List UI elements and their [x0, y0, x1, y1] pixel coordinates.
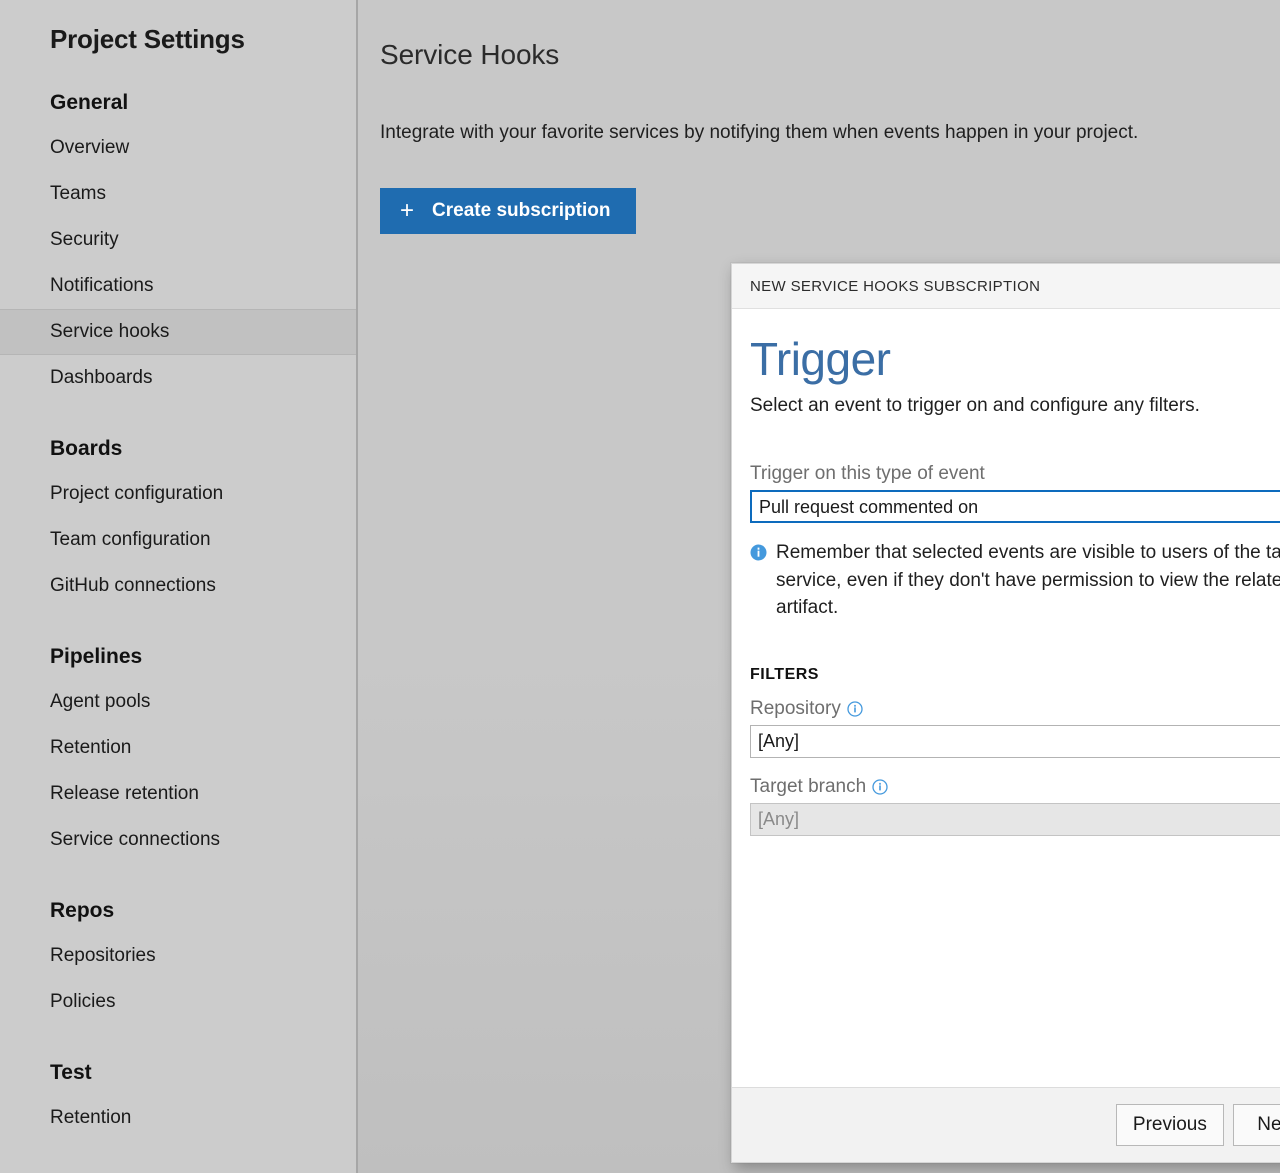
- event-type-field: Trigger on this type of event Pull reque…: [750, 463, 1280, 622]
- info-filled-icon: [750, 544, 767, 561]
- dialog-footer: PreviousNextTestFinishCancel: [732, 1087, 1280, 1162]
- wizard-step-subtitle: Select an event to trigger on and config…: [750, 395, 1280, 417]
- project-settings-sidebar: Project Settings General OverviewTeamsSec…: [0, 0, 358, 1173]
- event-type-select[interactable]: Pull request commented on: [750, 490, 1280, 523]
- main-content: Service Hooks Integrate with your favori…: [358, 0, 1280, 1173]
- event-type-combo-wrap: Pull request commented on: [750, 490, 1280, 523]
- dialog-header-title: NEW SERVICE HOOKS SUBSCRIPTION: [750, 278, 1040, 295]
- create-subscription-button[interactable]: + Create subscription: [380, 188, 636, 234]
- sidebar-nav: General OverviewTeamsSecurityNotification…: [0, 91, 356, 1141]
- create-subscription-label: Create subscription: [432, 200, 610, 222]
- filter-repository-combo-wrap: [Any]: [750, 725, 1280, 758]
- filter-repository-select[interactable]: [Any]: [750, 725, 1280, 758]
- filter-repository-label: Repository: [750, 698, 841, 720]
- filter-target-branch-combo-wrap: [Any]: [750, 803, 1280, 836]
- filter-target-branch-input: [Any]: [750, 803, 1280, 836]
- sidebar-item-teams[interactable]: Teams: [0, 171, 356, 217]
- sidebar-title: Project Settings: [0, 0, 356, 55]
- sidebar-group-title: General: [0, 91, 356, 115]
- plus-icon: +: [400, 199, 414, 223]
- app-root: Project Settings General OverviewTeamsSec…: [0, 0, 1280, 1173]
- sidebar-item-security[interactable]: Security: [0, 217, 356, 263]
- filter-target-branch-label-group: Target branch: [750, 776, 888, 798]
- filter-repository-label-row: Repositoryoptional: [750, 698, 1280, 725]
- previous-button[interactable]: Previous: [1116, 1104, 1224, 1146]
- dialog-body: Trigger Select an event to trigger on an…: [732, 309, 1280, 1087]
- filter-target-branch-field: Target branchoptional[Any]: [750, 776, 1280, 836]
- info-outline-icon[interactable]: [847, 701, 863, 717]
- wizard-step-title: Trigger: [750, 335, 1280, 383]
- sidebar-item-dashboards[interactable]: Dashboards: [0, 355, 356, 401]
- sidebar-item-team-configuration[interactable]: Team configuration: [0, 517, 356, 563]
- new-service-hooks-subscription-dialog: NEW SERVICE HOOKS SUBSCRIPTION × Trigger…: [731, 263, 1280, 1163]
- sidebar-item-retention[interactable]: Retention: [0, 725, 356, 771]
- sidebar-item-github-connections[interactable]: GitHub connections: [0, 563, 356, 609]
- sidebar-item-service-connections[interactable]: Service connections: [0, 817, 356, 863]
- sidebar-item-overview[interactable]: Overview: [0, 125, 356, 171]
- sidebar-item-retention[interactable]: Retention: [0, 1095, 356, 1141]
- next-button[interactable]: Next: [1233, 1104, 1280, 1146]
- sidebar-group-title: Test: [0, 1061, 356, 1085]
- sidebar-item-repositories[interactable]: Repositories: [0, 933, 356, 979]
- event-type-label: Trigger on this type of event: [750, 463, 1280, 485]
- sidebar-item-project-configuration[interactable]: Project configuration: [0, 471, 356, 517]
- filters-list: Repositoryoptional[Any]Target branchopti…: [750, 698, 1280, 836]
- wizard-button-group: PreviousNextTestFinishCancel: [1116, 1104, 1280, 1146]
- sidebar-group-title: Boards: [0, 437, 356, 461]
- sidebar-item-notifications[interactable]: Notifications: [0, 263, 356, 309]
- info-outline-icon[interactable]: [872, 779, 888, 795]
- page-title: Service Hooks: [358, 19, 1280, 71]
- sidebar-group-title: Repos: [0, 899, 356, 923]
- event-visibility-note: Remember that selected events are visibl…: [750, 539, 1280, 622]
- filter-target-branch-label: Target branch: [750, 776, 866, 798]
- dialog-header: NEW SERVICE HOOKS SUBSCRIPTION ×: [732, 264, 1280, 309]
- filter-repository-field: Repositoryoptional[Any]: [750, 698, 1280, 758]
- filters-heading: FILTERS: [750, 666, 1280, 684]
- sidebar-item-agent-pools[interactable]: Agent pools: [0, 679, 356, 725]
- filter-repository-label-group: Repository: [750, 698, 863, 720]
- sidebar-item-release-retention[interactable]: Release retention: [0, 771, 356, 817]
- sidebar-item-service-hooks[interactable]: Service hooks: [0, 309, 356, 355]
- filter-target-branch-label-row: Target branchoptional: [750, 776, 1280, 803]
- sidebar-item-policies[interactable]: Policies: [0, 979, 356, 1025]
- sidebar-group-title: Pipelines: [0, 645, 356, 669]
- event-visibility-note-text: Remember that selected events are visibl…: [776, 539, 1280, 622]
- page-description: Integrate with your favorite services by…: [358, 90, 1280, 144]
